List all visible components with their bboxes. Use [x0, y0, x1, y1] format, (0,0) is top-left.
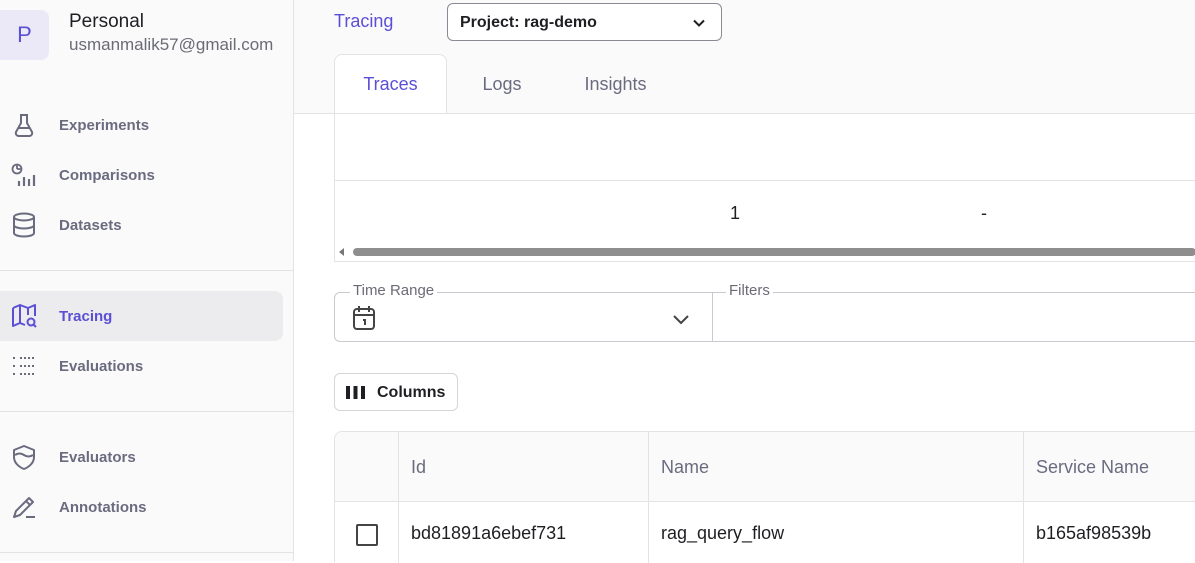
- shield-icon: [13, 445, 35, 470]
- columns-icon: [346, 386, 365, 399]
- account-switcher[interactable]: P Personal usmanmalik57@gmail.com: [0, 0, 293, 66]
- cell-service-name: b165af98539b: [1036, 523, 1152, 543]
- chevron-down-icon: [673, 315, 689, 325]
- tab-traces[interactable]: Traces: [334, 54, 447, 114]
- sidebar-divider: [0, 411, 293, 412]
- sidebar-divider: [0, 552, 293, 553]
- avatar: P: [0, 10, 49, 60]
- sidebar-item-evaluators[interactable]: Evaluators: [0, 432, 283, 482]
- comparison-chart-icon: [11, 163, 36, 186]
- sidebar-item-experiments[interactable]: Experiments: [0, 100, 283, 150]
- chevron-down-icon: [693, 19, 705, 27]
- time-range-label: Time Range: [350, 282, 438, 299]
- columns-button-label: Columns: [377, 384, 446, 401]
- stats-divider: [335, 180, 1195, 181]
- flask-icon: [14, 114, 34, 137]
- time-range-select[interactable]: Time Range: [334, 282, 713, 342]
- account-name: Personal: [69, 11, 144, 32]
- sidebar: P Personal usmanmalik57@gmail.com Experi…: [0, 0, 294, 561]
- sidebar-item-tracing[interactable]: Tracing: [0, 291, 283, 341]
- column-header-id[interactable]: Id: [399, 432, 426, 502]
- sidebar-item-label: Annotations: [59, 498, 147, 516]
- calendar-icon: [353, 306, 375, 330]
- pencil-icon: [13, 497, 35, 518]
- column-divider: [398, 432, 399, 563]
- sidebar-item-comparisons[interactable]: Comparisons: [0, 150, 283, 200]
- sidebar-item-label: Tracing: [59, 307, 113, 325]
- columns-button[interactable]: Columns: [334, 373, 458, 411]
- table-header: Id Name Service Name: [335, 432, 1195, 502]
- sidebar-divider: [0, 270, 293, 271]
- cell-name: rag_query_flow: [661, 523, 785, 543]
- filters-label: Filters: [726, 282, 773, 299]
- stats-panel: 1 -: [334, 114, 1195, 262]
- cell-id: bd81891a6ebef731: [411, 523, 567, 543]
- tab-logs[interactable]: Logs: [447, 54, 557, 114]
- map-search-icon: [12, 304, 37, 328]
- traces-content: 1 - Time Range Filters Columns Id Name S…: [294, 113, 1195, 563]
- filters-input[interactable]: Filters: [712, 282, 1195, 342]
- horizontal-scrollbar[interactable]: [335, 247, 1195, 257]
- account-email: usmanmalik57@gmail.com: [69, 35, 274, 54]
- breadcrumb[interactable]: Tracing: [334, 11, 393, 32]
- sidebar-item-label: Experiments: [59, 116, 150, 134]
- sidebar-item-datasets[interactable]: Datasets: [0, 200, 283, 250]
- scrollbar-thumb[interactable]: [353, 248, 1195, 256]
- list-icon: [13, 357, 35, 375]
- column-divider: [1023, 432, 1024, 563]
- main-panel: Tracing Project: rag-demo Traces Logs In…: [294, 0, 1195, 563]
- sidebar-item-label: Comparisons: [59, 166, 155, 184]
- row-checkbox[interactable]: [356, 524, 378, 546]
- database-icon: [13, 212, 35, 238]
- scroll-left-icon[interactable]: [339, 248, 344, 256]
- sidebar-item-evaluations[interactable]: Evaluations: [0, 341, 283, 391]
- sidebar-item-annotations[interactable]: Annotations: [0, 482, 283, 532]
- project-select[interactable]: Project: rag-demo: [447, 3, 722, 41]
- project-select-value: Project: rag-demo: [460, 14, 597, 31]
- column-divider: [648, 432, 649, 563]
- sidebar-item-label: Evaluations: [59, 357, 144, 375]
- column-header-name[interactable]: Name: [649, 432, 709, 502]
- column-header-service-name[interactable]: Service Name: [1024, 432, 1149, 502]
- traces-table: Id Name Service Name bd81891a6ebef731 ra…: [334, 431, 1195, 563]
- stat-value: -: [981, 203, 987, 223]
- filter-bar: Time Range Filters: [334, 282, 1195, 342]
- stat-value: 1: [730, 203, 741, 223]
- sidebar-item-label: Evaluators: [59, 448, 136, 466]
- tab-insights[interactable]: Insights: [557, 54, 674, 114]
- sidebar-item-label: Datasets: [59, 216, 122, 234]
